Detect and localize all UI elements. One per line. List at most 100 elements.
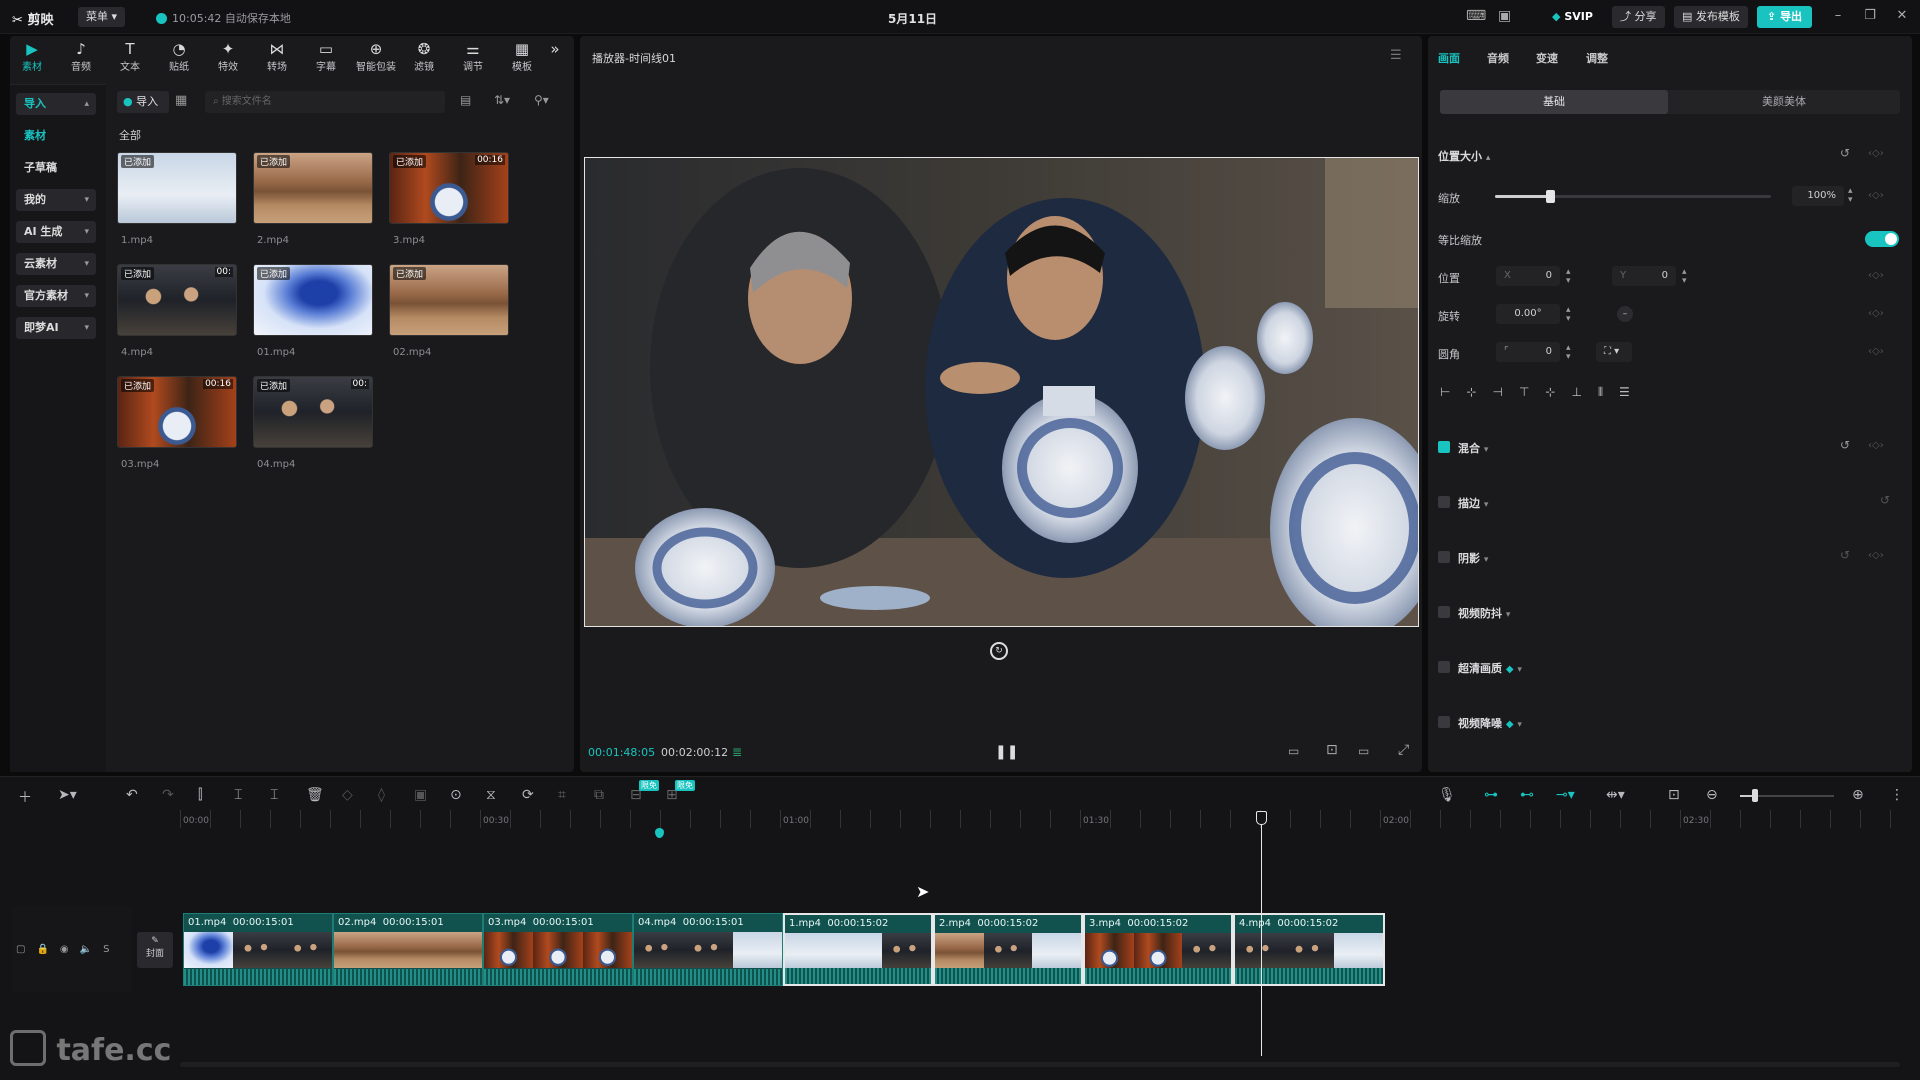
frame-icon[interactable]: ⧉ bbox=[594, 787, 604, 803]
sidebar-item-official[interactable]: 官方素材 ▾ bbox=[16, 285, 96, 307]
scale-slider[interactable] bbox=[1495, 195, 1771, 198]
layout-icon[interactable]: ▣ bbox=[1498, 8, 1511, 24]
denoise-section[interactable]: 视频降噪 ◆ ▾ bbox=[1458, 715, 1522, 731]
publish-template-button[interactable]: ▤ 发布模板 bbox=[1674, 6, 1748, 28]
position-size-title[interactable]: 位置大小 ▴ bbox=[1438, 148, 1490, 164]
position-x-input[interactable]: X0 bbox=[1496, 266, 1560, 286]
split-right-icon[interactable]: ⌶ bbox=[270, 787, 278, 803]
blend-checkbox[interactable] bbox=[1438, 441, 1450, 453]
media-item-2[interactable]: 已添加 bbox=[253, 152, 373, 224]
shortcut-icon[interactable]: ⌨ bbox=[1466, 8, 1486, 24]
scale-value[interactable]: 100% bbox=[1792, 186, 1844, 206]
reset-icon[interactable]: ↺ bbox=[1840, 548, 1850, 562]
align-center-h-icon[interactable]: ⊹ bbox=[1466, 385, 1476, 399]
timeline-clip-selected[interactable]: 3.mp4 00:00:15:02 bbox=[1083, 913, 1233, 986]
export-button[interactable]: ⇪ 导出 bbox=[1757, 6, 1813, 28]
sidebar-item-jimeng[interactable]: 即梦AI ▾ bbox=[16, 317, 96, 339]
blend-section[interactable]: 混合 ▾ bbox=[1458, 440, 1488, 456]
timeline-clip[interactable]: 03.mp4 00:00:15:01 bbox=[483, 913, 633, 986]
fullscreen-icon[interactable]: ⤢ bbox=[1398, 742, 1409, 758]
sidebar-item-import[interactable]: 导入 ▴ bbox=[16, 93, 96, 115]
more-tools-icon[interactable]: » bbox=[540, 40, 570, 58]
restore-icon[interactable]: ❐ bbox=[1860, 8, 1880, 23]
search-input[interactable]: ⌕ 搜索文件名 bbox=[205, 91, 445, 113]
align-bottom-icon[interactable]: ⊥ bbox=[1571, 385, 1581, 399]
timeline-clip[interactable]: 02.mp4 00:00:15:01 bbox=[333, 913, 483, 986]
subtab-beauty[interactable]: 美颜美体 bbox=[1668, 90, 1900, 114]
tab-smart-pack[interactable]: ⊕ 智能包装 bbox=[353, 40, 399, 73]
solo-icon[interactable]: S bbox=[103, 944, 109, 955]
lock-icon[interactable]: 🔒 bbox=[36, 944, 48, 955]
add-track-icon[interactable]: ＋ bbox=[18, 787, 32, 807]
timeline-clip-selected[interactable]: 4.mp4 00:00:15:02 bbox=[1233, 913, 1385, 986]
stepper-icon[interactable]: ▴ ▾ bbox=[1682, 268, 1687, 286]
align-left-icon[interactable]: ⊢ bbox=[1440, 385, 1450, 399]
grid-view-icon[interactable]: ▦ bbox=[175, 93, 187, 108]
minimize-icon[interactable]: – bbox=[1828, 8, 1848, 23]
select-tool-icon[interactable]: ➤▾ bbox=[58, 787, 77, 803]
stroke-section[interactable]: 描边 ▾ bbox=[1458, 495, 1488, 511]
stabilize-section[interactable]: 视频防抖 ▾ bbox=[1458, 605, 1510, 621]
playhead-handle[interactable] bbox=[1256, 811, 1267, 825]
eye-icon[interactable]: ◉ bbox=[60, 944, 69, 955]
media-item-1[interactable]: 已添加 bbox=[117, 152, 237, 224]
stabilize-checkbox[interactable] bbox=[1438, 606, 1450, 618]
keyframe-icon[interactable]: ‹◇› bbox=[1868, 550, 1884, 561]
crop-icon[interactable]: ⌗ bbox=[558, 787, 566, 803]
position-y-input[interactable]: Y0 bbox=[1612, 266, 1676, 286]
denoise-checkbox[interactable] bbox=[1438, 716, 1450, 728]
align-right-icon[interactable]: ⊣ bbox=[1493, 385, 1503, 399]
keyframe-icon[interactable]: ‹◇› bbox=[1868, 346, 1884, 357]
close-icon[interactable]: ✕ bbox=[1892, 8, 1912, 23]
sidebar-item-media[interactable]: 素材 bbox=[16, 125, 96, 147]
shadow-section[interactable]: 阴影 ▾ bbox=[1458, 550, 1488, 566]
tab-transition[interactable]: ⋈ 转场 bbox=[255, 40, 299, 73]
media-item-04[interactable]: 已添加 00: bbox=[253, 376, 373, 448]
tab-picture[interactable]: 画面 bbox=[1438, 50, 1460, 66]
cover-button[interactable]: ✎ 封面 bbox=[137, 932, 173, 968]
hd-quality-section[interactable]: 超清画质 ◆ ▾ bbox=[1458, 660, 1522, 676]
distribute-h-icon[interactable]: ⫴ bbox=[1598, 385, 1603, 400]
playhead[interactable] bbox=[1261, 812, 1262, 1056]
mic-icon[interactable]: 🎙 bbox=[1438, 787, 1456, 803]
reset-icon[interactable]: ↺ bbox=[1840, 438, 1850, 452]
undo-icon[interactable]: ↶ bbox=[126, 787, 138, 803]
auto-snap-icon[interactable]: ⊷ bbox=[1520, 787, 1534, 803]
mirror-icon[interactable]: ⧖ bbox=[486, 787, 496, 803]
timeline-clip-selected[interactable]: 1.mp4 00:00:15:02 bbox=[783, 913, 933, 986]
zoom-out-icon[interactable]: ⊖ bbox=[1706, 787, 1718, 803]
reset-icon[interactable]: ↺ bbox=[1880, 493, 1890, 507]
tab-audio[interactable]: ♪ 音频 bbox=[59, 40, 103, 73]
tab-sticker[interactable]: ◔ 贴纸 bbox=[157, 40, 201, 73]
filter-icon[interactable]: ⚲▾ bbox=[534, 93, 549, 107]
rotation-input[interactable]: 0.00° bbox=[1496, 304, 1560, 324]
tab-adjust[interactable]: ⚌ 调节 bbox=[451, 40, 495, 73]
original-ratio-icon[interactable]: ▭ bbox=[1288, 744, 1299, 758]
main-track-magnet-icon[interactable]: ⊶ bbox=[1484, 787, 1498, 803]
import-button[interactable]: ● 导入 bbox=[117, 91, 169, 113]
more-icon[interactable]: ⋮ bbox=[1890, 787, 1904, 803]
time-ruler[interactable] bbox=[180, 810, 1900, 828]
stepper-icon[interactable]: ▴ ▾ bbox=[1566, 268, 1571, 286]
preview-axis-icon[interactable]: ⇹▾ bbox=[1606, 787, 1625, 803]
align-center-v-icon[interactable]: ⊹ bbox=[1545, 385, 1555, 399]
tab-text[interactable]: T 文本 bbox=[108, 40, 152, 73]
align-top-icon[interactable]: ⊤ bbox=[1519, 385, 1529, 399]
timeline-scrollbar[interactable] bbox=[180, 1062, 1900, 1067]
reset-icon[interactable]: ↺ bbox=[1840, 146, 1850, 160]
ratio-icon[interactable]: ▭ bbox=[1358, 744, 1369, 758]
tab-speed[interactable]: 变速 bbox=[1536, 50, 1558, 66]
corner-style-select[interactable]: ⛶ ▾ bbox=[1596, 342, 1632, 362]
menu-button[interactable]: 菜单 ▾ bbox=[78, 7, 126, 27]
sidebar-item-subdraft[interactable]: 子草稿 bbox=[16, 157, 96, 179]
timeline-clip[interactable]: 01.mp4 00:00:15:01 bbox=[183, 913, 333, 986]
scale-slider-knob[interactable] bbox=[1546, 190, 1556, 203]
linkage-icon[interactable]: ⊸▾ bbox=[1556, 787, 1575, 803]
redo-icon[interactable]: ↷ bbox=[162, 787, 174, 803]
shield-icon[interactable]: ◊ bbox=[378, 787, 385, 803]
delete-icon[interactable]: 🗑 bbox=[306, 787, 324, 803]
corner-input[interactable]: ⌜ 0 bbox=[1496, 342, 1560, 362]
zoom-slider-knob[interactable] bbox=[1752, 789, 1758, 802]
play-range-icon[interactable]: ⊙ bbox=[450, 787, 462, 803]
split-icon[interactable]: ⫿ bbox=[198, 787, 202, 803]
